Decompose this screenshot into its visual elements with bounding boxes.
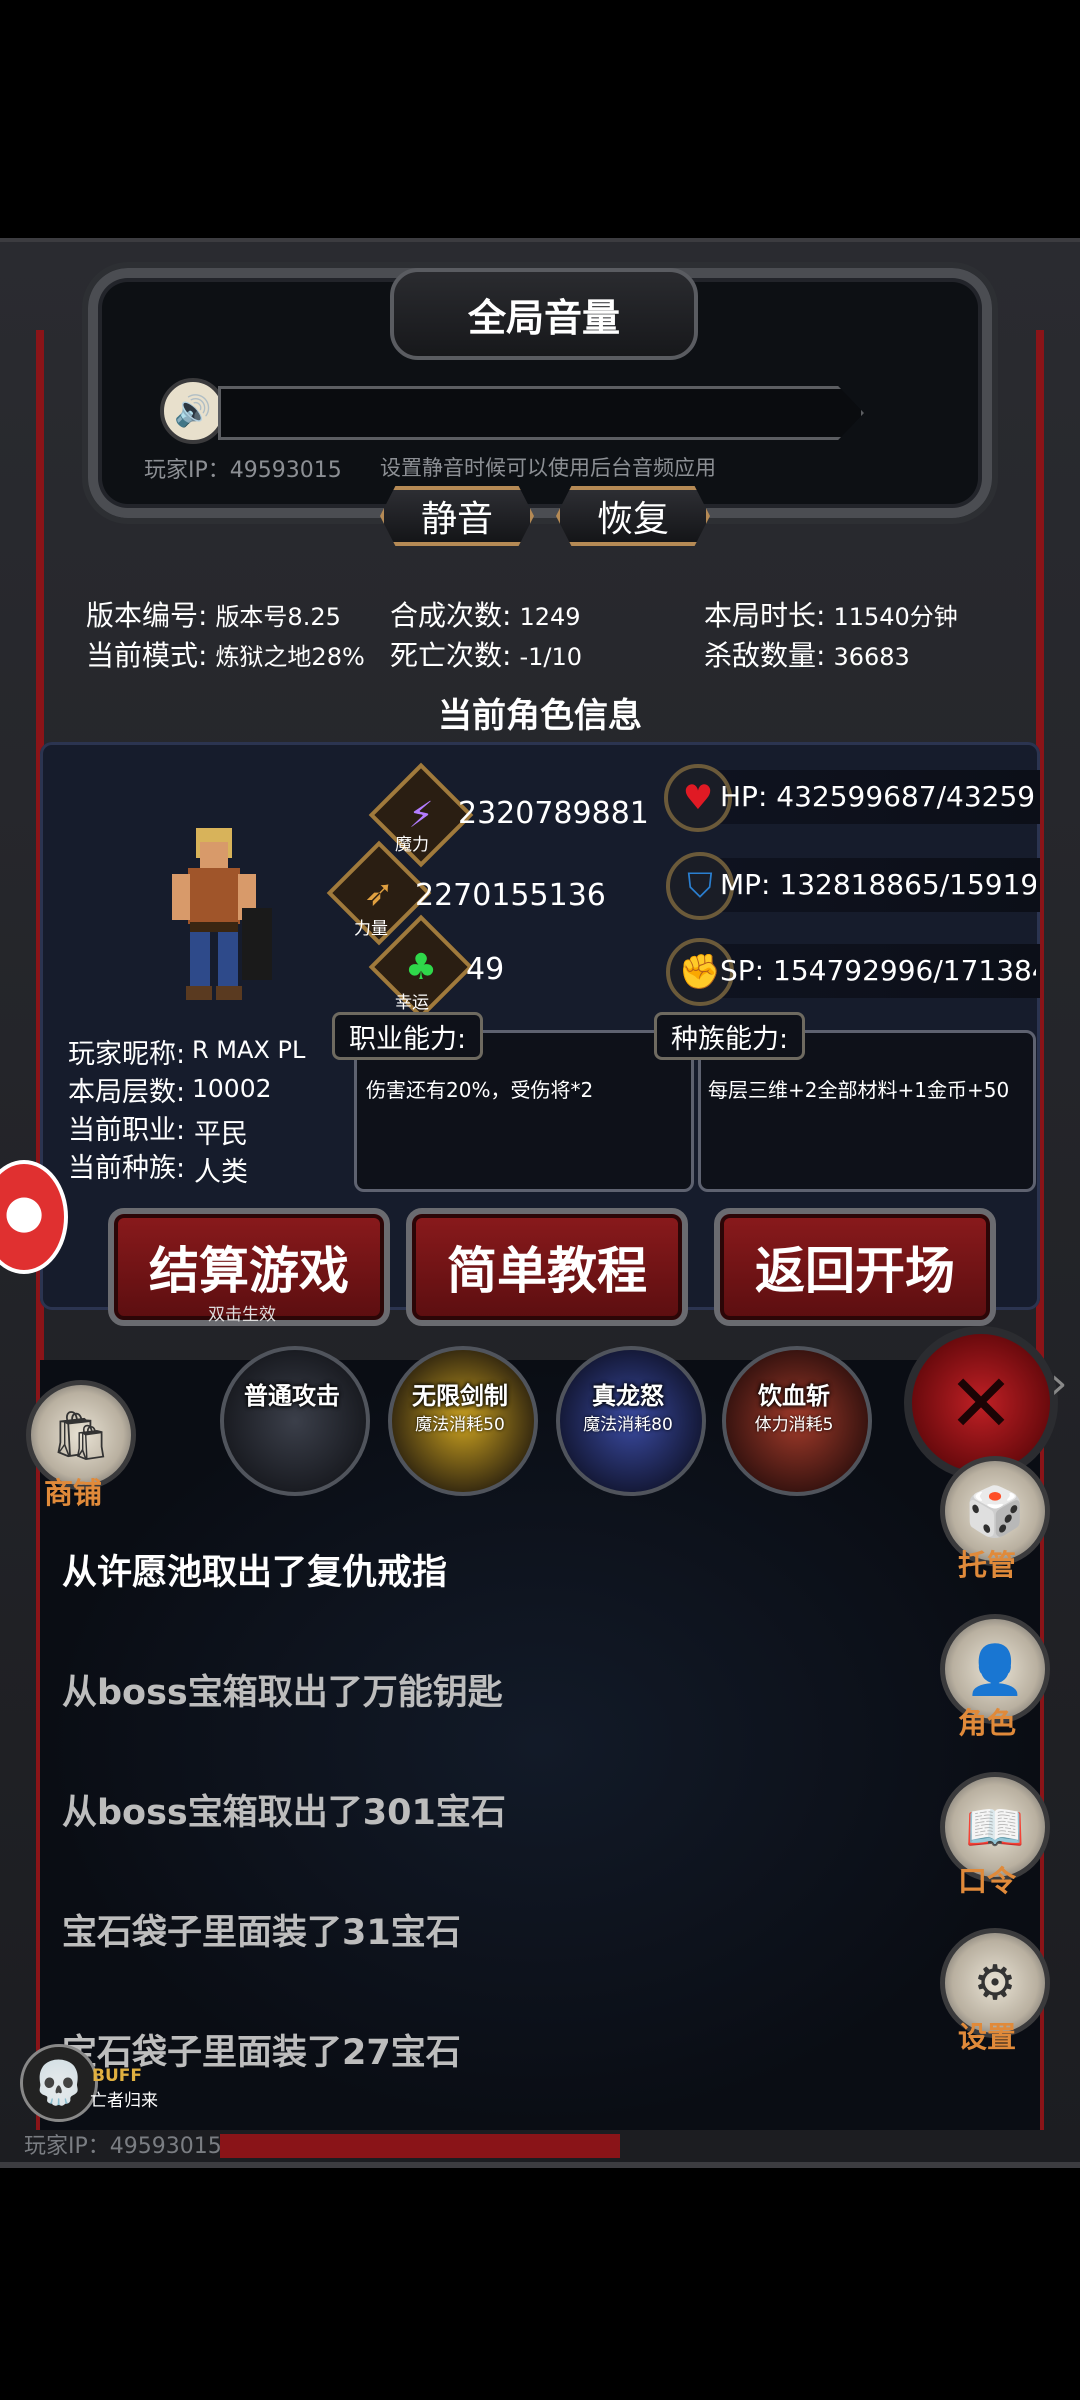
chevron-right-icon[interactable]: › [1050,1358,1068,1409]
character-sprite [172,828,272,1000]
skull-icon[interactable]: 💀 [20,2044,98,2122]
clover-icon: ♣ [404,946,438,988]
buff-name: 亡者归来 [90,2091,158,2111]
hood-icon: 👤 [965,1641,1025,1698]
character-section-title: 当前角色信息 [438,696,642,736]
shop-bag-icon: 🛍 [50,1407,112,1464]
skill-normal-attack[interactable] [220,1346,370,1496]
mp-line: MP: 132818865/159193 [720,868,1036,901]
settle-note: 双击生效 [208,1305,276,1325]
death-stat: 死亡次数: -1/10 [390,639,582,672]
job-ability-text: 伤害还有20%，受伤将*2 [366,1078,594,1102]
shop-label: 商铺 [44,1476,103,1510]
job-label: 当前职业: [68,1115,186,1146]
luck-label: 幸运 [395,993,429,1013]
log-line: 从boss宝箱取出了301宝石 [62,1793,506,1833]
skill-name: 饮血斩 [758,1382,830,1410]
footer-ip: 玩家IP：49593015 [24,2134,222,2159]
bow-icon: ➶ [363,872,395,914]
skill-name: 普通攻击 [244,1382,340,1410]
nickname-value: R MAX PL [192,1036,306,1064]
dice-icon: 🎲 [965,1483,1025,1540]
version-stat: 版本编号: 版本号8.25 [86,599,341,632]
player-ip-line: 玩家IP：49593015 [144,458,342,483]
mute-button[interactable]: 静音 [380,486,534,546]
hp-line: HP: 432599687/43259 [720,780,1036,813]
luck-value: 49 [466,952,505,987]
message-log-area [40,1360,1040,2130]
magic-label: 魔力 [395,835,429,855]
mode-stat: 当前模式: 炼狱之地28% [86,639,365,672]
nickname-label: 玩家昵称: [68,1039,186,1070]
restore-button[interactable]: 恢复 [556,486,710,546]
magic-value: 2320789881 [458,796,649,831]
job-ability-tag: 职业能力: [332,1012,484,1060]
log-line: 宝石袋子里面装了31宝石 [62,1913,461,1953]
floor-value: 10002 [192,1074,272,1103]
duration-stat: 本局时长: 11540分钟 [704,599,958,632]
tutorial-button[interactable]: 简单教程 [406,1208,688,1326]
skill-name: 无限剑制 [412,1382,508,1410]
volume-slider[interactable] [218,386,864,440]
power-label: 力量 [354,919,388,939]
power-value: 2270155136 [415,878,606,913]
close-icon: ✕ [947,1356,1015,1450]
synth-stat: 合成次数: 1249 [390,599,581,632]
code-label: 口令 [958,1864,1017,1898]
buff-label: BUFF [92,2066,142,2086]
bottom-red-bar [220,2134,620,2158]
volume-title: 全局音量 [390,268,698,360]
skill-cost: 魔法消耗80 [583,1415,673,1435]
floor-label: 本局层数: [68,1077,186,1108]
return-start-button[interactable]: 返回开场 [714,1208,996,1326]
race-value: 人类 [194,1157,248,1188]
sp-line: SP: 154792996/171384 [720,954,1036,987]
role-label: 角色 [958,1706,1017,1740]
volume-hint: 设置静音时候可以使用后台音频应用 [380,456,716,480]
book-icon: 📖 [965,1799,1025,1856]
skill-cost: 体力消耗5 [754,1415,834,1435]
job-value: 平民 [194,1119,248,1150]
log-line: 从许愿池取出了复仇戒指 [62,1553,448,1593]
speaker-icon[interactable]: 🔊 [160,378,226,444]
gear-icon: ⚙ [973,1955,1017,2011]
kills-stat: 杀敌数量: 36683 [704,639,910,672]
skill-cost: 魔法消耗50 [415,1415,505,1435]
log-line: 从boss宝箱取出了万能钥匙 [62,1673,503,1713]
user-icon: ● [4,1184,45,1238]
race-label: 当前种族: [68,1153,186,1184]
race-ability-tag: 种族能力: [654,1012,806,1060]
settings-label: 设置 [958,2020,1017,2054]
skill-name: 真龙怒 [592,1382,664,1410]
auto-play-label: 托管 [958,1548,1017,1582]
race-ability-text: 每层三维+2全部材料+1金币+50 [708,1078,1010,1102]
